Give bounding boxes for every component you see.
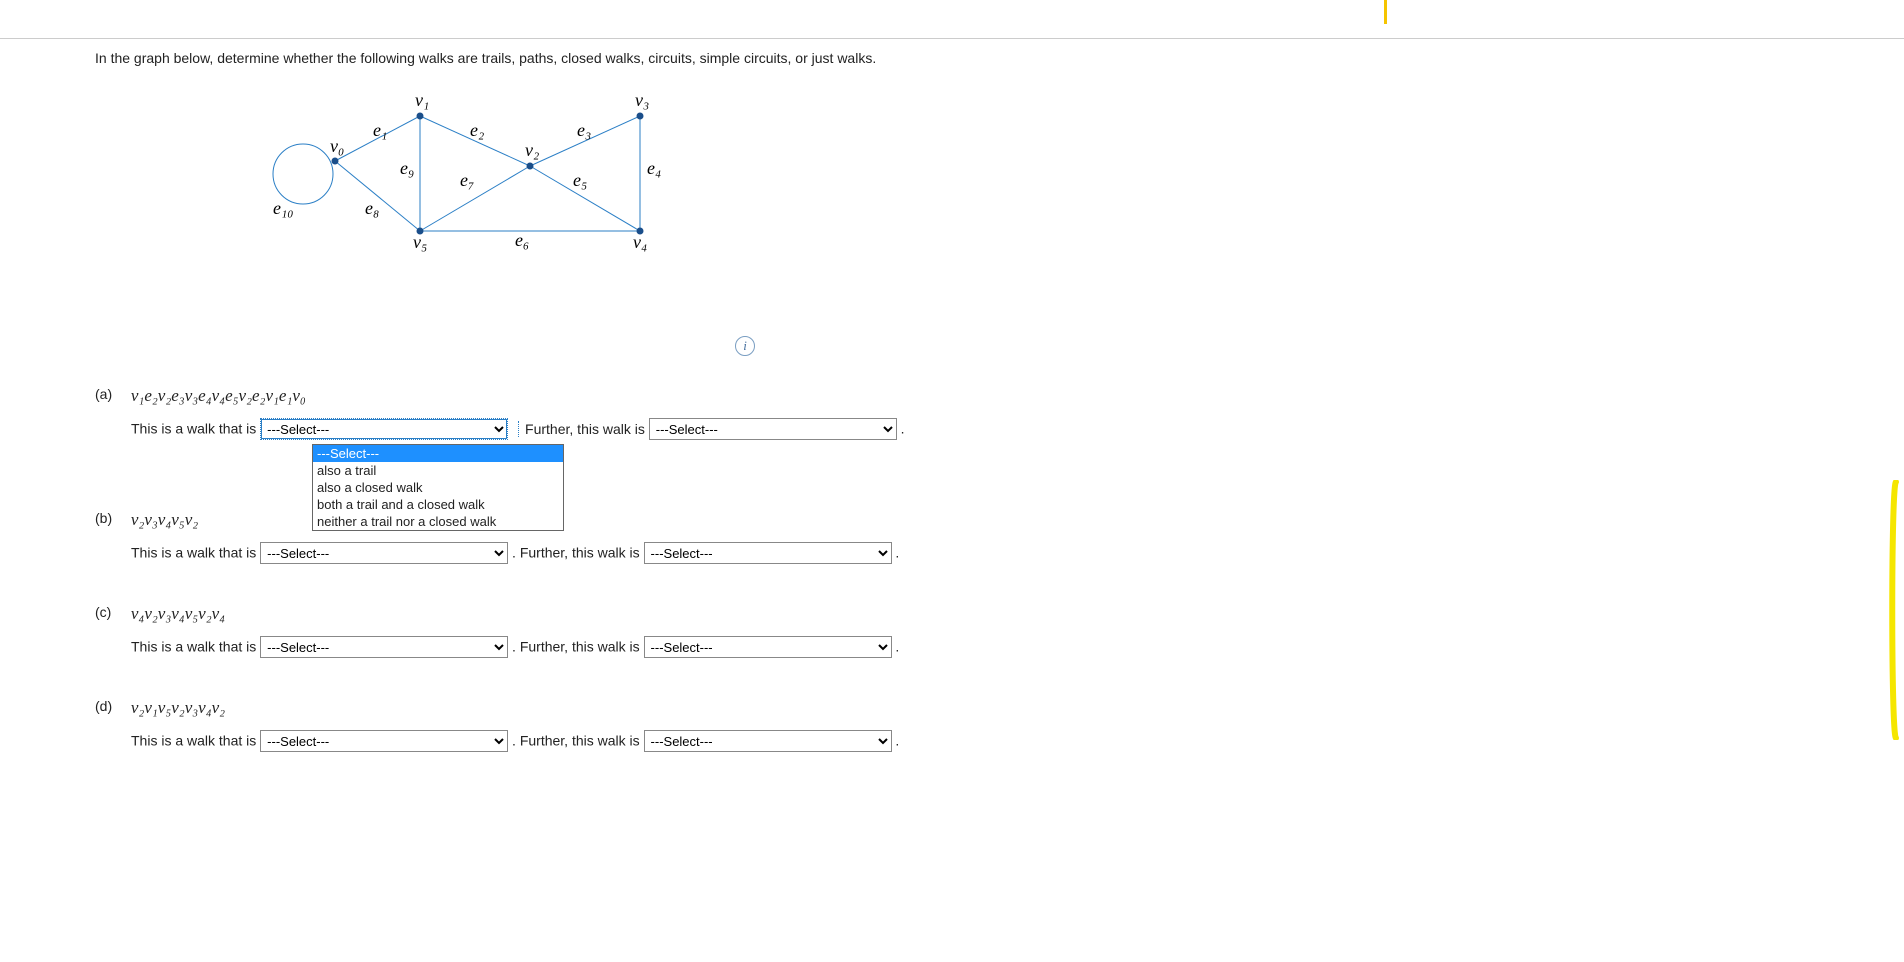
edge-label-e4: e₄ (647, 158, 661, 178)
question-prompt: In the graph below, determine whether th… (95, 50, 1295, 66)
edge-label-e8: e₈ (365, 198, 379, 218)
answer-text-mid: . Further, this walk is (512, 733, 640, 749)
graph-figure: v₀ v₁ v₂ v₃ v₄ v₅ e₁ e₂ e₃ e₄ e₅ e₆ e₇ e… (255, 96, 695, 296)
part-label-a: (a) (95, 386, 127, 402)
select-b-1[interactable]: ---Select--- (260, 542, 508, 564)
vertex-label-v4: v₄ (633, 232, 647, 252)
question-b: (b) v₂v₃v₄v₅v₂ This is a walk that is --… (95, 510, 1295, 564)
dropdown-option[interactable]: also a closed walk (313, 479, 563, 496)
answer-text-mid: Further, this walk is (518, 421, 645, 437)
edge-label-e2: e₂ (470, 120, 484, 140)
question-a: (a) v₁e₂v₂e₃v₃e₄v₄e₅v₂e₂v₁e₁v₀ This is a… (95, 386, 1295, 440)
select-d-1[interactable]: ---Select--- (260, 730, 508, 752)
highlight-mark (1888, 480, 1904, 740)
vertex-label-v1: v₁ (415, 90, 429, 110)
answer-text-mid: . Further, this walk is (512, 639, 640, 655)
walk-expression-a: v₁e₂v₂e₃v₃e₄v₄e₅v₂e₂v₁e₁v₀ (131, 386, 306, 405)
part-label-d: (d) (95, 698, 127, 714)
vertex-label-v3: v₃ (635, 90, 649, 110)
vertex-label-v0: v₀ (330, 136, 344, 156)
walk-expression-c: v₄v₂v₃v₄v₅v₂v₄ (131, 604, 225, 623)
edge-label-e10: e₁₀ (273, 198, 294, 218)
select-b-2[interactable]: ---Select--- (644, 542, 892, 564)
answer-text-end: . (895, 639, 899, 655)
edge-label-e7: e₇ (460, 170, 474, 190)
dropdown-option[interactable]: ---Select--- (313, 445, 563, 462)
question-d: (d) v₂v₁v₅v₂v₃v₄v₂ This is a walk that i… (95, 698, 1295, 752)
select-d-2[interactable]: ---Select--- (644, 730, 892, 752)
select-a-1[interactable]: ---Select--- (260, 418, 508, 440)
answer-text-end: . (895, 733, 899, 749)
walk-expression-d: v₂v₁v₅v₂v₃v₄v₂ (131, 698, 225, 717)
answer-text-end: . (895, 545, 899, 561)
walk-expression-b: v₂v₃v₄v₅v₂ (131, 510, 198, 529)
answer-text-end: . (901, 421, 905, 437)
edge-label-e3: e₃ (577, 120, 591, 140)
cursor-indicator (1384, 0, 1387, 24)
vertex-label-v2: v₂ (525, 140, 539, 160)
edge-label-e1: e₁ (373, 120, 387, 140)
answer-text-pre: This is a walk that is (131, 545, 256, 561)
part-label-b: (b) (95, 510, 127, 526)
answer-text-pre: This is a walk that is (131, 733, 256, 749)
vertex-label-v5: v₅ (413, 232, 427, 252)
edge-label-e9: e₉ (400, 158, 414, 178)
select-c-1[interactable]: ---Select--- (260, 636, 508, 658)
dropdown-option[interactable]: also a trail (313, 462, 563, 479)
edge-label-e6: e₆ (515, 230, 529, 250)
part-label-c: (c) (95, 604, 127, 620)
edge-label-e5: e₅ (573, 170, 587, 190)
answer-text-pre: This is a walk that is (131, 639, 256, 655)
question-c: (c) v₄v₂v₃v₄v₅v₂v₄ This is a walk that i… (95, 604, 1295, 658)
answer-text-pre: This is a walk that is (131, 421, 256, 437)
answer-text-mid: . Further, this walk is (512, 545, 640, 561)
info-icon[interactable]: i (735, 336, 755, 356)
select-a-2[interactable]: ---Select--- (649, 418, 897, 440)
dropdown-option[interactable]: neither a trail nor a closed walk (313, 513, 563, 530)
dropdown-option[interactable]: both a trail and a closed walk (313, 496, 563, 513)
select-c-2[interactable]: ---Select--- (644, 636, 892, 658)
dropdown-open-a[interactable]: ---Select--- also a trail also a closed … (312, 444, 564, 531)
